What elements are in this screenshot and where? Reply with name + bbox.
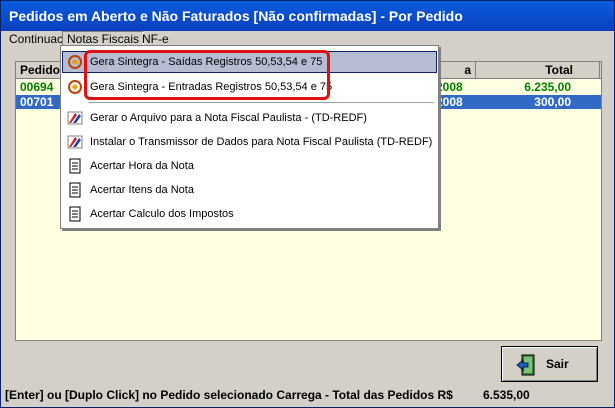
menu-item-label: Acertar Itens da Nota xyxy=(90,184,194,196)
exit-door-icon xyxy=(516,354,535,376)
sintegra-icon xyxy=(68,55,82,69)
sintegra-icon xyxy=(68,80,82,94)
menu-item-acertar-hora[interactable]: Acertar Hora da Nota xyxy=(62,155,437,177)
sair-button[interactable]: Sair xyxy=(501,346,598,382)
document-icon xyxy=(69,158,81,174)
document-icon xyxy=(69,182,81,198)
status-total: 6.535,00 xyxy=(483,388,530,402)
cell-date: 2008 xyxy=(436,95,463,109)
menu-item-label: Acertar Hora da Nota xyxy=(90,160,194,172)
cell-date: 2008 xyxy=(436,80,463,94)
status-text: [Enter] ou [Duplo Click] no Pedido selec… xyxy=(5,388,453,402)
menu-item-gerar-nfp[interactable]: Gerar o Arquivo para a Nota Fiscal Pauli… xyxy=(62,107,437,129)
sair-label: Sair xyxy=(546,357,569,371)
menu-item-label: Acertar Calculo dos Impostos xyxy=(90,208,234,220)
status-bar: [Enter] ou [Duplo Click] no Pedido selec… xyxy=(5,387,610,403)
document-icon xyxy=(69,206,81,222)
nfp-icon xyxy=(67,135,83,149)
menu-separator xyxy=(89,102,434,103)
menu-item-acertar-itens[interactable]: Acertar Itens da Nota xyxy=(62,179,437,201)
col-pedido[interactable]: Pedido xyxy=(16,62,62,78)
menu-item-acertar-impostos[interactable]: Acertar Calculo dos Impostos xyxy=(62,203,437,225)
nfp-icon xyxy=(67,111,83,125)
menu-item-label: Instalar o Transmissor de Dados para Not… xyxy=(90,136,433,148)
highlight-annotation-box xyxy=(84,50,330,100)
window-title: Pedidos em Aberto e Não Faturados [Não c… xyxy=(1,1,614,31)
cell-pedido: 00694 xyxy=(20,80,54,94)
col-total[interactable]: Total xyxy=(476,62,600,78)
cell-total: 6.235,00 xyxy=(524,80,571,94)
menu-item-label: Gerar o Arquivo para a Nota Fiscal Pauli… xyxy=(90,112,367,124)
cell-total: 300,00 xyxy=(534,95,571,109)
cell-pedido: 00701 xyxy=(20,95,54,109)
menu-continuac[interactable]: Continuac xyxy=(5,31,67,47)
menu-item-instalar-transmissor[interactable]: Instalar o Transmissor de Dados para Not… xyxy=(62,131,437,153)
